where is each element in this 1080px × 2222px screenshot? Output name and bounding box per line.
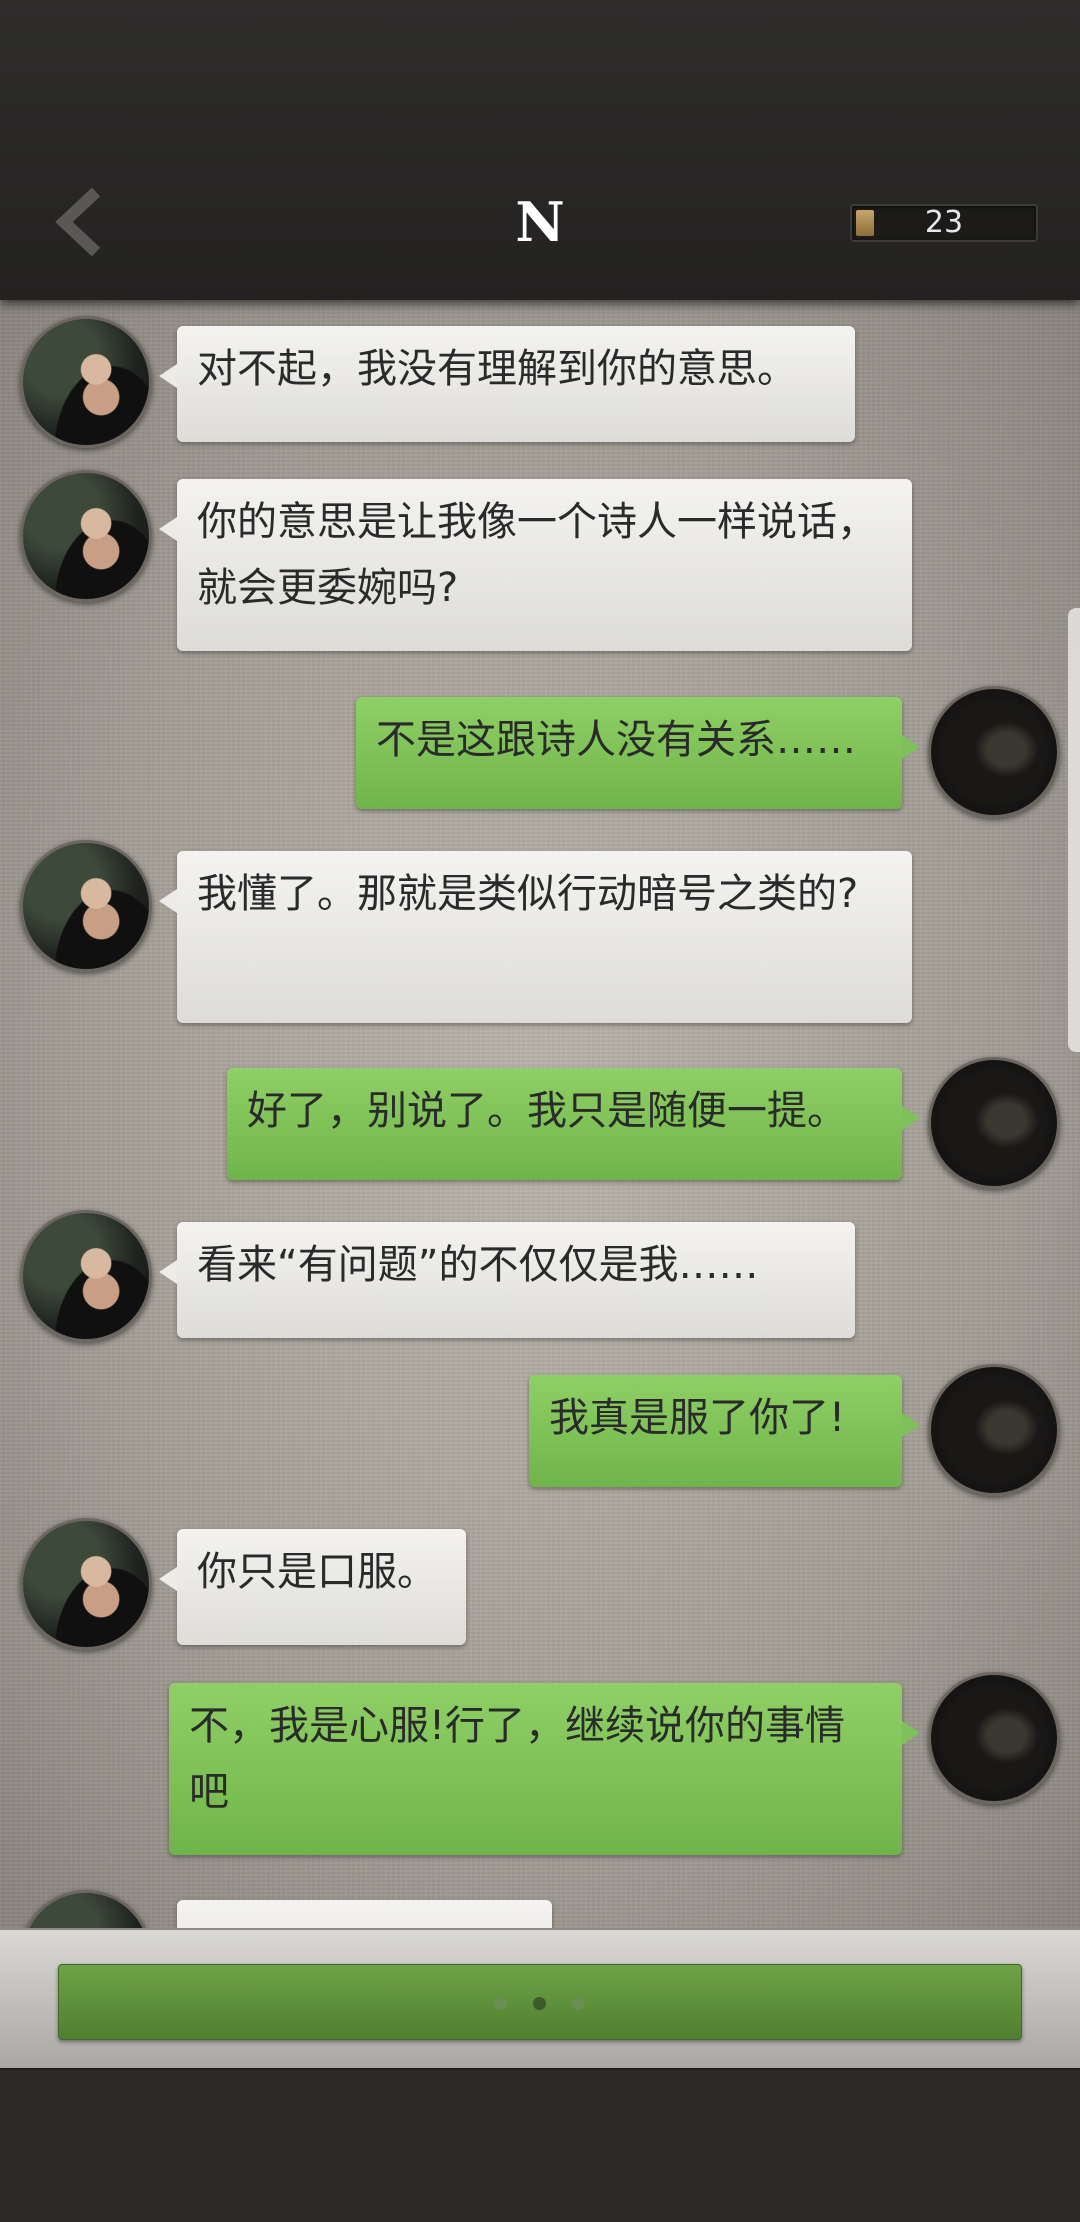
message-bubble-outgoing: 好了，别说了。我只是随便一提。 (227, 1068, 920, 1180)
scrollbar-thumb[interactable] (1068, 608, 1080, 1052)
energy-count: 23 (924, 205, 964, 240)
contact-avatar[interactable] (20, 840, 152, 972)
message-bubble-incoming: 看来“有问题”的不仅仅是我…… (159, 1222, 855, 1338)
top-bar: N 23 (0, 0, 1080, 300)
message-bubble-incoming: 我懂了。那就是类似行动暗号之类的? (159, 851, 912, 1023)
message-bubble-incoming: 你只是口服。 (159, 1529, 466, 1645)
reply-button[interactable] (58, 1964, 1022, 2040)
user-avatar[interactable] (928, 1364, 1060, 1496)
bottom-panel (0, 2068, 1080, 2222)
message-bubble-outgoing: 不，我是心服!行了，继续说你的事情吧 (169, 1683, 920, 1855)
chat-area[interactable]: 对不起，我没有理解到你的意思。 你的意思是让我像一个诗人一样说话，就会更委婉吗?… (0, 300, 1080, 1928)
contact-avatar[interactable] (20, 1210, 152, 1342)
message-bubble-outgoing: 我真是服了你了! (529, 1375, 920, 1487)
user-avatar[interactable] (928, 686, 1060, 818)
message-bubble-incoming: 对不起，我没有理解到你的意思。 (159, 326, 855, 442)
energy-counter: 23 (850, 204, 1038, 242)
typing-dot (572, 1997, 585, 2010)
message-bubble-incoming: 你的意思是让我像一个诗人一样说话，就会更委婉吗? (159, 479, 912, 651)
contact-avatar[interactable] (20, 1518, 152, 1650)
typing-dot (533, 1997, 546, 2010)
contact-avatar[interactable] (20, 1890, 152, 1928)
user-avatar[interactable] (928, 1057, 1060, 1189)
typing-dot (494, 1997, 507, 2010)
contact-avatar[interactable] (20, 470, 152, 602)
contact-avatar[interactable] (20, 316, 152, 448)
reply-bar (0, 1928, 1080, 2070)
user-avatar[interactable] (928, 1672, 1060, 1804)
message-bubble-outgoing: 不是这跟诗人没有关系…… (356, 697, 920, 809)
message-bubble-incoming (177, 1900, 552, 1928)
